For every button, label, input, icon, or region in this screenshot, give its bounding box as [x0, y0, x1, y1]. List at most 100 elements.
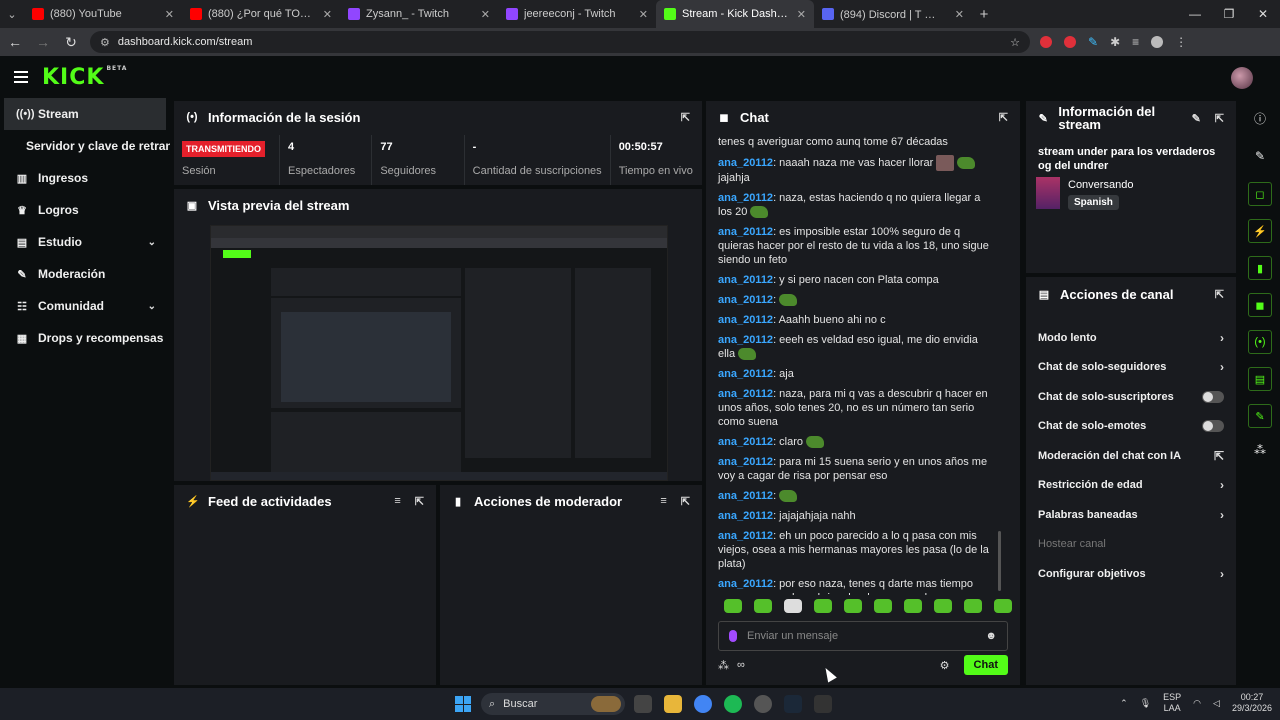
- close-icon[interactable]: ✕: [639, 8, 648, 21]
- steam-icon[interactable]: [784, 695, 802, 713]
- wrench-icon[interactable]: ✎: [1248, 404, 1272, 428]
- popout-icon[interactable]: ⇱: [681, 495, 690, 508]
- sidebar-item-ingresos[interactable]: ▥ Ingresos: [0, 162, 170, 194]
- emote-icon[interactable]: [784, 599, 802, 613]
- chat-messages[interactable]: tenes q averiguar como aunq tome 67 déca…: [706, 135, 1004, 595]
- chat-username[interactable]: ana_20112: [718, 192, 773, 204]
- gear-icon[interactable]: ⚙: [940, 659, 950, 672]
- sidebar-item-server-key[interactable]: Servidor y clave de retransmisión: [0, 130, 170, 162]
- filter-icon[interactable]: ≡: [394, 495, 400, 508]
- sidebar-item-logros[interactable]: ♛ Logros: [0, 194, 170, 226]
- stream-preview-video[interactable]: [210, 225, 668, 481]
- close-icon[interactable]: ✕: [481, 8, 490, 21]
- chat-scrollbar[interactable]: [998, 531, 1001, 591]
- close-window-icon[interactable]: ✕: [1246, 7, 1280, 21]
- hamburger-menu-icon[interactable]: [14, 71, 28, 83]
- maximize-icon[interactable]: ❐: [1212, 7, 1246, 21]
- filter-icon[interactable]: ≡: [660, 495, 666, 508]
- puzzle-icon[interactable]: ✱: [1110, 35, 1120, 49]
- chat-username[interactable]: ana_20112: [718, 530, 773, 542]
- browser-tab-active[interactable]: Stream - Kick Dashboard ✕: [656, 0, 814, 28]
- chat-username[interactable]: ana_20112: [718, 157, 773, 169]
- chevron-up-icon[interactable]: ⌃: [1120, 698, 1128, 709]
- emote-icon[interactable]: [994, 599, 1012, 613]
- chat-username[interactable]: ana_20112: [718, 388, 773, 400]
- points-icon[interactable]: ⁂: [1254, 438, 1266, 462]
- chat-username[interactable]: ana_20112: [718, 490, 773, 502]
- popout-icon[interactable]: ⇱: [415, 495, 424, 508]
- action-slow-mode[interactable]: Modo lento ›: [1026, 323, 1236, 353]
- new-tab-button[interactable]: +: [972, 6, 996, 23]
- extension-icon[interactable]: ✎: [1088, 35, 1098, 49]
- microphone-icon[interactable]: 🎙: [1140, 698, 1151, 709]
- volume-icon[interactable]: ◁: [1213, 698, 1220, 709]
- browser-tab[interactable]: (880) ¿Por qué TODOS los ARTI... ✕: [182, 0, 340, 28]
- browser-tab[interactable]: jeereeconj - Twitch ✕: [498, 0, 656, 28]
- chat-message-input[interactable]: Enviar un mensaje ☻: [718, 621, 1008, 651]
- spotify-icon[interactable]: [724, 695, 742, 713]
- close-icon[interactable]: ✕: [797, 8, 806, 21]
- url-field[interactable]: ⚙ dashboard.kick.com/stream ☆: [90, 31, 1030, 53]
- browser-tab[interactable]: (894) Discord | T 😳 JESPERA 1 | ✕: [814, 0, 972, 28]
- tab-search-chevron-icon[interactable]: ⌄: [0, 0, 24, 28]
- subscribers-only-toggle[interactable]: [1202, 390, 1224, 403]
- chat-username[interactable]: ana_20112: [718, 456, 773, 468]
- clipboard-icon[interactable]: ▮: [1248, 256, 1272, 280]
- chat-username[interactable]: ana_20112: [718, 274, 773, 286]
- clock[interactable]: 00:27 29/3/2026: [1232, 692, 1272, 714]
- emote-icon[interactable]: [754, 599, 772, 613]
- back-icon[interactable]: ←: [6, 34, 24, 50]
- sidebar-item-drops[interactable]: ▦ Drops y recompensas: [0, 322, 170, 354]
- bookmark-star-icon[interactable]: ☆: [1010, 36, 1020, 49]
- info-icon[interactable]: ⓘ: [1254, 106, 1266, 130]
- emote-icon[interactable]: [964, 599, 982, 613]
- edit-pencil-icon[interactable]: ✎: [1192, 112, 1201, 125]
- kick-logo[interactable]: KICK BETA: [42, 65, 127, 90]
- popout-icon[interactable]: ⇱: [681, 111, 690, 124]
- chat-username[interactable]: ana_20112: [718, 578, 773, 590]
- chat-username[interactable]: ana_20112: [718, 436, 773, 448]
- chrome-icon[interactable]: [694, 695, 712, 713]
- file-explorer-icon[interactable]: [664, 695, 682, 713]
- browser-tab[interactable]: (880) YouTube ✕: [24, 0, 182, 28]
- popout-icon[interactable]: ⇱: [1215, 112, 1224, 125]
- sidebar-item-estudio[interactable]: ▤ Estudio ⌄: [0, 226, 170, 258]
- chat-username[interactable]: ana_20112: [718, 314, 773, 326]
- clip-icon[interactable]: ◻: [1248, 182, 1272, 206]
- edit-pencil-icon[interactable]: ✎: [1255, 144, 1265, 168]
- site-settings-icon[interactable]: ⚙: [100, 36, 110, 49]
- task-view-icon[interactable]: [634, 695, 652, 713]
- popout-icon[interactable]: ⇱: [1215, 288, 1224, 301]
- broadcast-icon[interactable]: (•): [1248, 330, 1272, 354]
- app-icon[interactable]: [814, 695, 832, 713]
- extension-icon[interactable]: [1064, 36, 1076, 48]
- user-avatar[interactable]: [1231, 67, 1253, 89]
- emote-icon[interactable]: [934, 599, 952, 613]
- taskbar-search[interactable]: ⌕ Buscar: [481, 693, 625, 715]
- emotes-only-toggle[interactable]: [1202, 420, 1224, 433]
- emote-icon[interactable]: [844, 599, 862, 613]
- points-icon[interactable]: ⁂: [718, 659, 729, 672]
- chat-username[interactable]: ana_20112: [718, 334, 773, 346]
- chat-username[interactable]: ana_20112: [718, 294, 773, 306]
- emote-icon[interactable]: [814, 599, 832, 613]
- emote-icon[interactable]: [724, 599, 742, 613]
- media-icon[interactable]: ≡: [1132, 35, 1139, 49]
- keyboard-language[interactable]: ESP LAA: [1163, 692, 1181, 714]
- reload-icon[interactable]: ↻: [62, 34, 80, 51]
- sidebar-item-comunidad[interactable]: ☷ Comunidad ⌄: [0, 290, 170, 322]
- emoji-icon[interactable]: ☻: [985, 630, 997, 642]
- chat-username[interactable]: ana_20112: [718, 368, 773, 380]
- action-ai-moderation[interactable]: Moderación del chat con IA ⇱: [1026, 441, 1236, 471]
- action-banned-words[interactable]: Palabras baneadas ›: [1026, 500, 1236, 530]
- action-age-restriction[interactable]: Restricción de edad ›: [1026, 471, 1236, 501]
- chat-username[interactable]: ana_20112: [718, 510, 773, 522]
- lightning-icon[interactable]: ⚡: [1248, 219, 1272, 243]
- sidebar-item-stream[interactable]: ((•)) Stream: [4, 98, 166, 130]
- emote-icon[interactable]: [874, 599, 892, 613]
- browser-tab[interactable]: Zysann_ - Twitch ✕: [340, 0, 498, 28]
- app-icon[interactable]: [754, 695, 772, 713]
- menu-kebab-icon[interactable]: ⋮: [1175, 35, 1187, 49]
- minimize-icon[interactable]: —: [1178, 7, 1212, 21]
- sidebar-item-moderacion[interactable]: ✎ Moderación: [0, 258, 170, 290]
